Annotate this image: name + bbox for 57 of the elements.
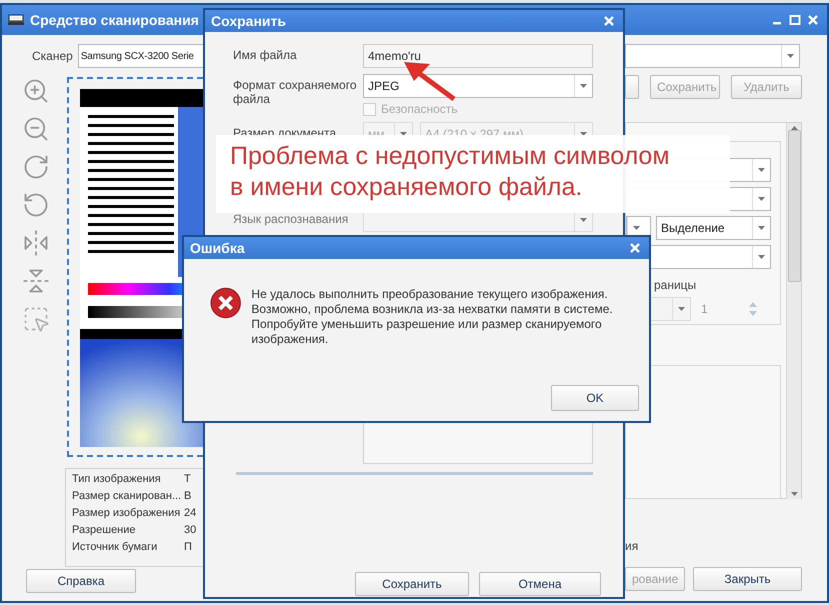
info-value: 24: [184, 506, 196, 520]
cancel-button[interactable]: Отмена: [479, 572, 601, 596]
caret-icon: [678, 307, 685, 311]
option-label: ия: [625, 539, 640, 553]
caret-icon: [758, 197, 765, 201]
rotate-left-icon[interactable]: [22, 191, 50, 219]
flip-vertical-icon[interactable]: [22, 267, 50, 295]
close-icon[interactable]: [807, 14, 819, 26]
area-dropdown[interactable]: Выделение: [656, 216, 771, 240]
scroll-thumb[interactable]: [788, 130, 800, 282]
field-label: Имя файла: [233, 47, 298, 62]
save-button[interactable]: Сохранить: [355, 572, 469, 596]
format-dropdown[interactable]: JPEG: [363, 74, 593, 98]
ok-button[interactable]: OK: [551, 385, 639, 411]
scanner-label: Сканер: [32, 49, 73, 63]
caret-icon: [787, 54, 794, 58]
info-value: 30: [184, 523, 196, 537]
info-value: П: [184, 540, 193, 554]
caret-icon: [758, 226, 765, 230]
close-icon[interactable]: [629, 242, 641, 254]
maximize-icon[interactable]: [789, 14, 801, 26]
caret-icon: [758, 168, 765, 172]
caret-icon: [580, 84, 587, 88]
info-value: Т: [184, 472, 192, 486]
scanner-icon: [8, 14, 24, 26]
close-icon[interactable]: [603, 15, 615, 27]
annotation-text: в имени сохраняемого файла.: [230, 172, 584, 203]
dialog-title: Сохранить: [211, 13, 286, 29]
caret-icon: [633, 226, 640, 230]
field-label: Язык распознавания: [233, 211, 350, 226]
flip-horizontal-icon[interactable]: [22, 229, 50, 257]
dialog-title: Ошибка: [190, 240, 245, 256]
file-name-field[interactable]: 4memo'ru: [363, 44, 593, 68]
close-button[interactable]: Закрыть: [693, 567, 802, 591]
info-label: Размер сканирован...: [72, 489, 182, 503]
scroll-down-icon[interactable]: [790, 492, 798, 496]
info-label: Источник бумаги: [72, 540, 158, 554]
field-label: Размер документа: [233, 125, 338, 140]
page-count: 1: [701, 302, 708, 316]
zoom-in-icon[interactable]: [22, 77, 50, 105]
field-label: Формат сохраняемого файла: [233, 77, 358, 106]
pages-label: раницы: [654, 278, 698, 292]
info-label: Разрешение: [72, 523, 137, 537]
info-label: Размер изображения: [72, 506, 182, 520]
zoom-out-icon[interactable]: [22, 115, 50, 143]
window-title: Средство сканирования: [30, 12, 199, 28]
caret-icon: [580, 218, 587, 222]
caret-icon: [758, 255, 765, 259]
rotate-right-icon[interactable]: [22, 153, 50, 181]
scanner-dropdown[interactable]: [625, 44, 800, 68]
pointer-arrow: [402, 59, 458, 103]
error-icon: [210, 287, 242, 319]
error-message: Не удалось выполнить преобразование текущего изображения. Возможно, проблема возникла из-за нехватки памяти в системе. Попробуйте уменьшить разрешение или размер сканируемого изображения.: [251, 287, 614, 347]
help-button[interactable]: Справка: [26, 569, 136, 593]
scrollbar[interactable]: [786, 123, 801, 499]
info-label: Тип изображения: [72, 472, 162, 486]
info-value: В: [184, 489, 192, 503]
